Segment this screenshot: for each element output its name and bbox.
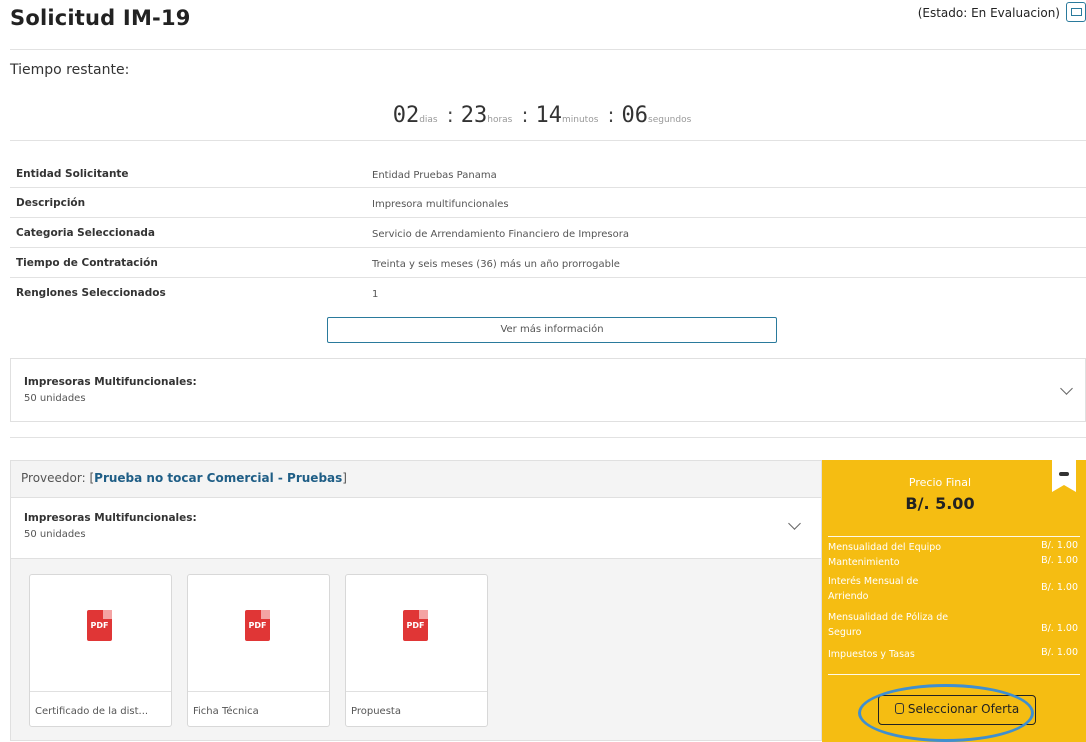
- proveedor-item-accordion[interactable]: Impresoras Multifuncionales: 50 unidades: [11, 497, 821, 559]
- countdown-minutes-unit: minutos: [562, 115, 599, 125]
- breakdown-value: B/. 1.00: [1041, 582, 1078, 593]
- proveedor-name-link[interactable]: Prueba no tocar Comercial - Pruebas: [94, 471, 342, 485]
- pdf-icon: PDF: [245, 610, 270, 641]
- proveedor-line: Proveedor: [Prueba no tocar Comercial - …: [21, 471, 347, 485]
- proveedor-bracket-close: ]: [342, 471, 347, 485]
- divider: [10, 437, 1086, 438]
- document-card[interactable]: PDF Ficha Técnica: [187, 574, 330, 727]
- pdf-icon-label: PDF: [248, 621, 267, 630]
- document-card[interactable]: PDF Propuesta: [345, 574, 488, 727]
- divider: [10, 277, 1086, 278]
- countdown-separator: :: [446, 103, 454, 127]
- breakdown-value: B/. 1.00: [1041, 647, 1078, 658]
- info-row-tiempo: Tiempo de Contratación Treinta y seis me…: [10, 249, 1086, 279]
- info-row-descripcion: Descripción Impresora multifuncionales: [10, 189, 1086, 219]
- breakdown-value: B/. 1.00: [1041, 540, 1078, 551]
- info-key: Descripción: [16, 197, 86, 209]
- breakdown-label: Mantenimiento: [828, 557, 900, 568]
- countdown-seconds-unit: segundos: [648, 115, 692, 125]
- ver-mas-button[interactable]: Ver más información: [327, 317, 777, 343]
- info-value: Entidad Pruebas Panama: [372, 170, 497, 181]
- breakdown-label: Impuestos y Tasas: [828, 649, 915, 660]
- item-accordion[interactable]: Impresoras Multifuncionales: 50 unidades: [10, 358, 1086, 422]
- breakdown-row: Interés Mensual de Arriendo B/. 1.00: [828, 574, 1078, 604]
- document-caption: Certificado de la dist...: [35, 706, 149, 717]
- countdown-separator: :: [521, 103, 529, 127]
- divider: [828, 674, 1080, 675]
- document-card[interactable]: PDF Certificado de la dist...: [29, 574, 172, 727]
- item-units: 50 unidades: [24, 393, 86, 404]
- document-caption: Ficha Técnica: [193, 706, 259, 717]
- countdown-hours-unit: horas: [487, 115, 513, 125]
- breakdown-row: Impuestos y Tasas B/. 1.00: [828, 647, 1078, 662]
- info-key: Categoria Seleccionada: [16, 227, 156, 239]
- proveedor-item-title: Impresoras Multifuncionales:: [24, 512, 197, 524]
- print-icon[interactable]: [1066, 2, 1086, 22]
- item-title: Impresoras Multifuncionales:: [24, 376, 197, 388]
- proveedor-item-units: 50 unidades: [24, 529, 86, 540]
- countdown-timer: 02dias : 23horas : 14minutos : 06segundo…: [0, 103, 1086, 128]
- info-row-entidad: Entidad Solicitante Entidad Pruebas Pana…: [10, 160, 1086, 190]
- divider: [10, 247, 1086, 248]
- divider: [10, 49, 1086, 50]
- proveedor-label: Proveedor:: [21, 471, 86, 485]
- breakdown-row: Mantenimiento B/. 1.00: [828, 555, 1078, 570]
- info-value: Treinta y seis meses (36) más un año pro…: [372, 259, 620, 270]
- countdown-minutes: 14: [535, 103, 563, 128]
- divider: [10, 187, 1086, 188]
- divider: [346, 691, 487, 692]
- breakdown-row: Mensualidad del Equipo B/. 1.00: [828, 540, 1078, 555]
- countdown-days-unit: dias: [419, 115, 438, 125]
- pdf-icon-label: PDF: [90, 621, 109, 630]
- breakdown-value: B/. 1.00: [1041, 555, 1078, 566]
- countdown-hours: 23: [460, 103, 488, 128]
- info-value: 1: [372, 289, 379, 300]
- info-key: Tiempo de Contratación: [16, 257, 158, 269]
- divider: [30, 691, 171, 692]
- countdown-seconds: 06: [621, 103, 649, 128]
- countdown-days: 02: [392, 103, 420, 128]
- divider: [10, 140, 1086, 141]
- precio-final-label: Precio Final: [908, 476, 972, 489]
- status-label: (Estado: En Evaluacion): [917, 6, 1060, 20]
- divider: [10, 217, 1086, 218]
- pdf-icon: PDF: [87, 610, 112, 641]
- info-value: Impresora multifuncionales: [372, 199, 509, 210]
- breakdown-row: Mensualidad de Póliza de Seguro B/. 1.00: [828, 610, 1078, 640]
- divider: [828, 536, 1080, 537]
- pdf-icon-label: PDF: [406, 621, 425, 630]
- divider: [188, 691, 329, 692]
- breakdown-label: Interés Mensual de Arriendo: [828, 576, 919, 602]
- breakdown-value: B/. 1.00: [1041, 623, 1078, 634]
- pdf-icon: PDF: [403, 610, 428, 641]
- precio-final-value: B/. 5.00: [905, 494, 975, 513]
- chevron-down-icon[interactable]: [1060, 382, 1073, 395]
- page-title: Solicitud IM-19: [10, 6, 191, 30]
- info-row-renglones: Renglones Seleccionados 1: [10, 279, 1086, 309]
- info-row-categoria: Categoria Seleccionada Servicio de Arren…: [10, 219, 1086, 249]
- countdown-label: Tiempo restante:: [10, 62, 130, 78]
- info-key: Entidad Solicitante: [16, 168, 129, 180]
- countdown-separator: :: [607, 103, 615, 127]
- info-key: Renglones Seleccionados: [16, 287, 166, 299]
- breakdown-label: Mensualidad del Equipo: [828, 542, 942, 553]
- info-value: Servicio de Arrendamiento Financiero de …: [372, 229, 629, 240]
- breakdown-label: Mensualidad de Póliza de Seguro: [828, 612, 949, 638]
- chevron-down-icon[interactable]: [788, 517, 801, 530]
- highlight-oval: [858, 684, 1034, 742]
- proveedor-card: Proveedor: [Prueba no tocar Comercial - …: [10, 460, 822, 741]
- document-caption: Propuesta: [351, 706, 401, 717]
